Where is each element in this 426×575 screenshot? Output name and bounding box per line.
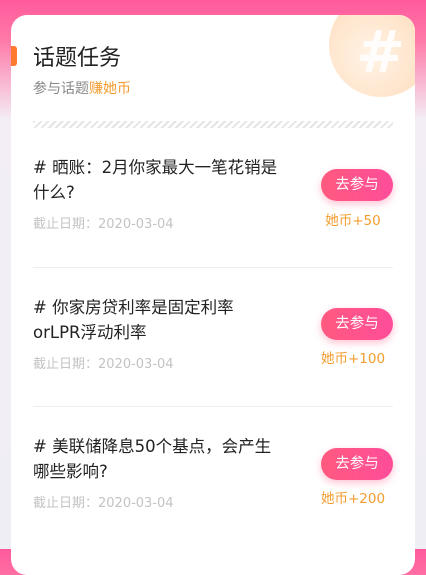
title-accent-bar — [11, 46, 17, 66]
join-button[interactable]: 去参与 — [321, 308, 393, 340]
join-button[interactable]: 去参与 — [321, 169, 393, 201]
section-subtitle: 参与话题赚她币 — [33, 78, 131, 98]
striped-divider — [33, 121, 393, 128]
reward-label: 她币+50 — [325, 213, 381, 229]
topic-task-card: # 话题任务 参与话题赚她币 # 晒账：2月你家最大一笔花销是什么? 截止日期：… — [11, 15, 415, 575]
reward-label: 她币+200 — [320, 491, 386, 507]
task-title[interactable]: # 你家房贷利率是固定利率orLPR浮动利率 — [33, 295, 278, 345]
section-title: 话题任务 — [33, 46, 122, 71]
task-divider — [33, 406, 393, 407]
join-button[interactable]: 去参与 — [321, 448, 393, 480]
hash-icon: # — [356, 18, 405, 86]
subtitle-accent: 赚她币 — [89, 81, 131, 97]
subtitle-prefix: 参与话题 — [33, 81, 89, 97]
task-deadline: 截止日期：2020-03-04 — [33, 496, 174, 511]
reward-label: 她币+100 — [320, 351, 386, 367]
task-deadline: 截止日期：2020-03-04 — [33, 217, 174, 232]
task-divider — [33, 267, 393, 268]
task-deadline: 截止日期：2020-03-04 — [33, 357, 174, 372]
task-title[interactable]: # 美联储降息50个基点，会产生哪些影响? — [33, 434, 278, 484]
task-title[interactable]: # 晒账：2月你家最大一笔花销是什么? — [33, 155, 278, 205]
